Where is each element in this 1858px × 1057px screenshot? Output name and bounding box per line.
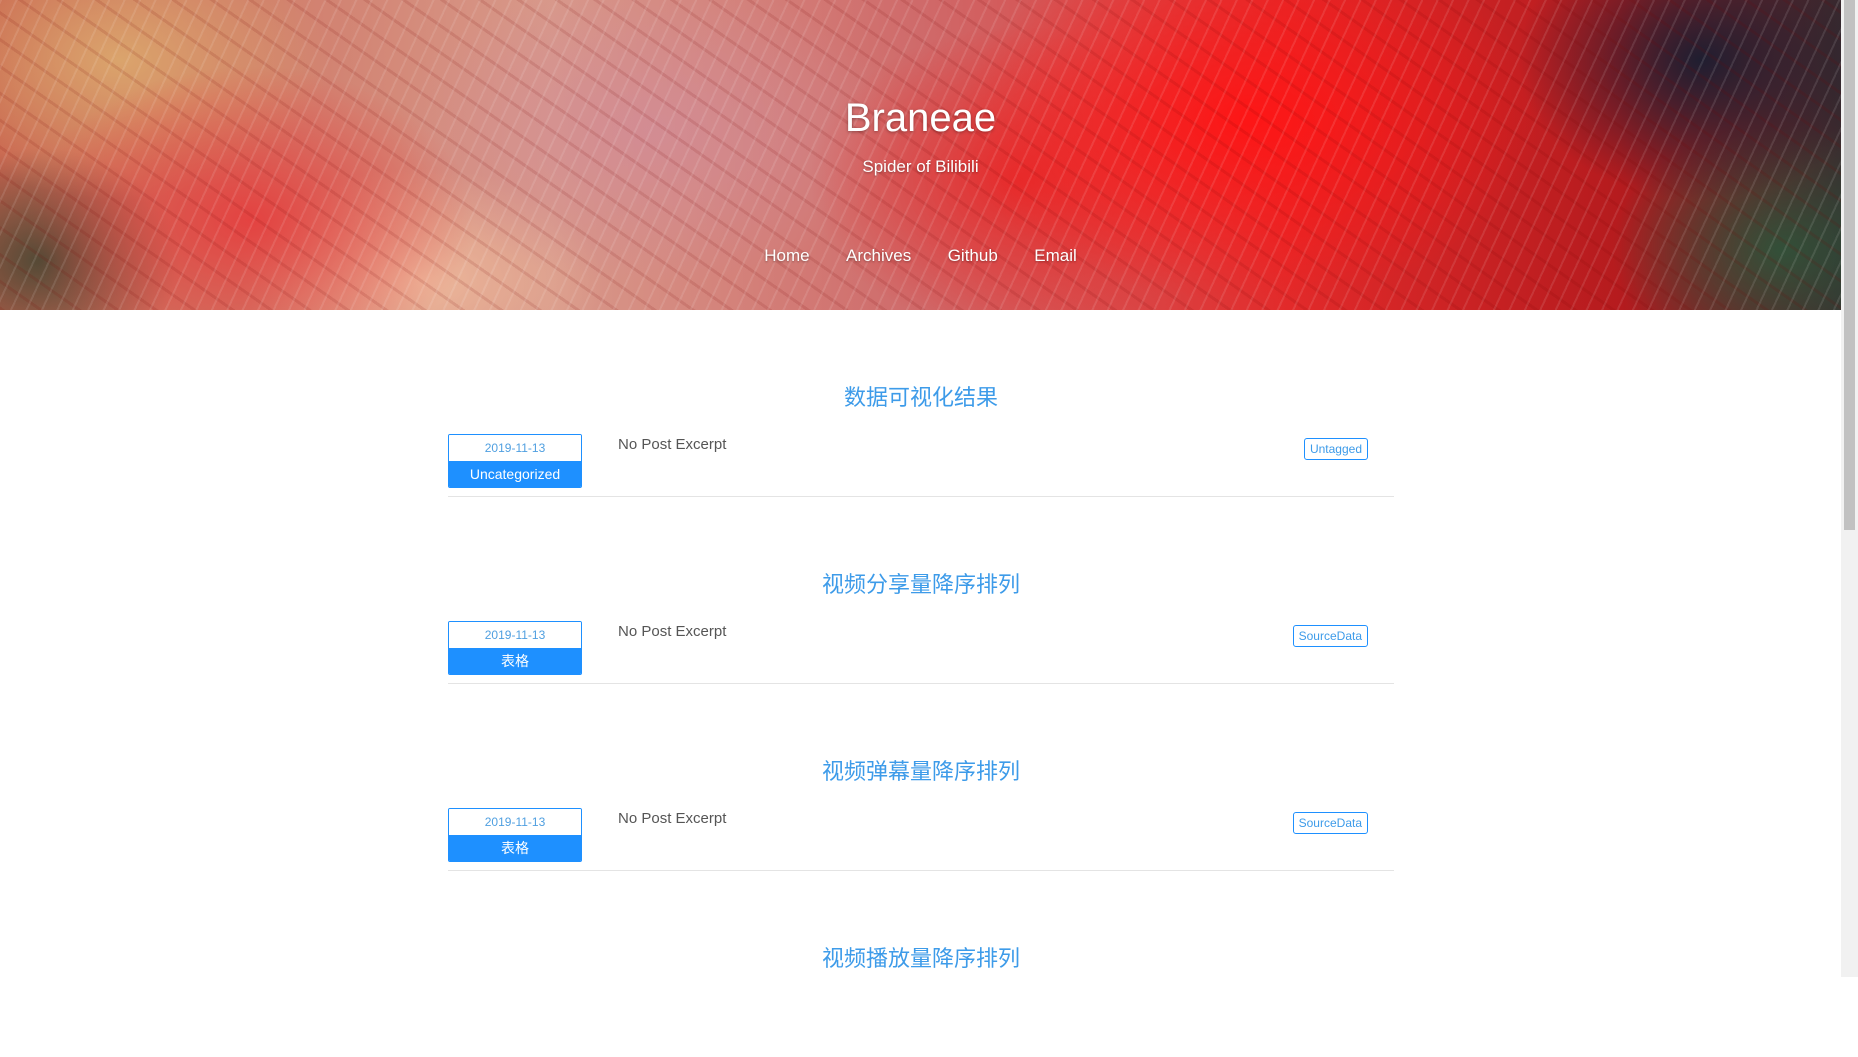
post-item: 视频分享量降序排列 2019-11-13 表格 No Post Excerpt …: [448, 497, 1394, 684]
post-category-link[interactable]: Uncategorized: [449, 461, 581, 487]
post-excerpt: No Post Excerpt: [618, 436, 727, 453]
post-tag-link[interactable]: SourceData: [1292, 625, 1368, 647]
post-title-link[interactable]: 数据可视化结果: [448, 380, 1394, 412]
post-date: 2019-11-13: [449, 435, 581, 461]
post-meta-box: 2019-11-13 Uncategorized: [448, 434, 582, 488]
post-title-link[interactable]: 视频弹幕量降序排列: [448, 754, 1394, 786]
post-item: 视频弹幕量降序排列 2019-11-13 表格 No Post Excerpt …: [448, 684, 1394, 871]
site-subtitle: Spider of Bilibili: [862, 157, 979, 176]
nav-email-link[interactable]: Email: [1034, 246, 1077, 266]
post-category-link[interactable]: 表格: [449, 835, 581, 861]
post-list: 数据可视化结果 2019-11-13 Uncategorized No Post…: [448, 310, 1394, 1057]
nav-github-link[interactable]: Github: [948, 246, 998, 266]
post-date: 2019-11-13: [449, 622, 581, 648]
nav-archives-link[interactable]: Archives: [846, 246, 911, 266]
post-tag-link[interactable]: Untagged: [1303, 438, 1368, 460]
post-title-link[interactable]: 视频播放量降序排列: [448, 941, 1394, 973]
post-tag-link[interactable]: SourceData: [1292, 812, 1368, 834]
post-meta-box: 2019-11-13 表格: [448, 808, 582, 862]
main-nav: Home Archives Github Email: [0, 246, 1841, 266]
nav-home-link[interactable]: Home: [764, 246, 809, 266]
site-header: Braneae Spider of Bilibili Home Archives…: [0, 0, 1841, 310]
post-excerpt: No Post Excerpt: [618, 623, 727, 640]
post-date: 2019-11-13: [449, 809, 581, 835]
post-excerpt: No Post Excerpt: [618, 810, 727, 827]
post-meta-box: 2019-11-13 表格: [448, 621, 582, 675]
post-title-link[interactable]: 视频分享量降序排列: [448, 567, 1394, 599]
site-title[interactable]: Braneae: [0, 96, 1841, 141]
scrollbar-thumb[interactable]: [1844, 0, 1855, 530]
post-category-link[interactable]: 表格: [449, 648, 581, 674]
post-item: 数据可视化结果 2019-11-13 Uncategorized No Post…: [448, 310, 1394, 497]
post-item: 视频播放量降序排列: [448, 871, 1394, 1057]
vertical-scrollbar[interactable]: [1841, 0, 1858, 977]
